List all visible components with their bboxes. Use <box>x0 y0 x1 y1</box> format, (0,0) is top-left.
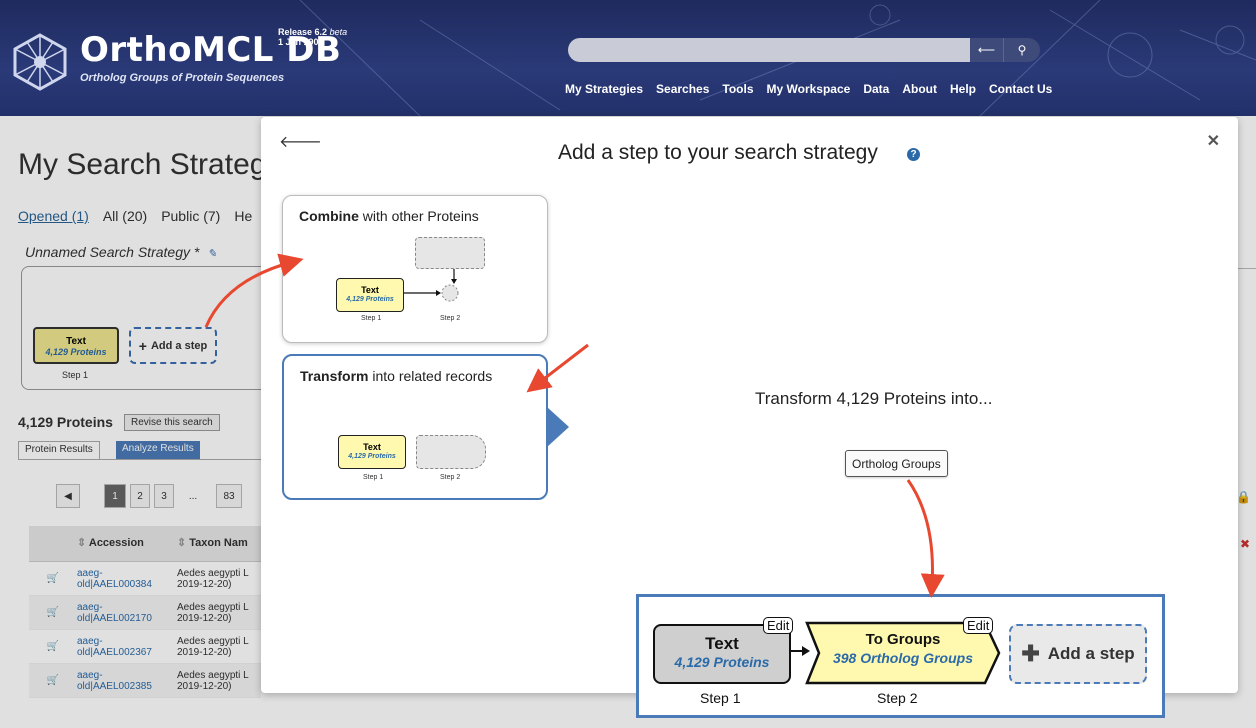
plus-icon: ✚ <box>1021 641 1040 666</box>
nav-searches[interactable]: Searches <box>656 82 709 96</box>
mini-step-1: Text 4,129 Proteins <box>336 278 404 312</box>
ortholog-groups-button[interactable]: Ortholog Groups <box>845 450 948 477</box>
nav-tools[interactable]: Tools <box>722 82 753 96</box>
close-icon[interactable]: ✕ <box>1207 131 1220 151</box>
add-step-label: Add a step <box>1047 644 1135 663</box>
result-step-2-count: 398 Ortholog Groups <box>832 650 973 666</box>
result-step-1-count: 4,129 Proteins <box>674 654 770 670</box>
nav-about[interactable]: About <box>902 82 937 96</box>
result-step-1-label: Step 1 <box>700 690 741 706</box>
transform-heading: Transform 4,129 Proteins into... <box>755 389 993 408</box>
nav-help[interactable]: Help <box>950 82 976 96</box>
transform-title: Transform into related records <box>300 368 493 384</box>
combine-option-card[interactable]: Combine with other Proteins Text 4,129 P… <box>282 195 548 343</box>
result-step-2-label: Step 2 <box>877 690 918 706</box>
transform-option-card[interactable]: Transform into related records Text 4,12… <box>282 354 548 500</box>
mini-step-1: Text 4,129 Proteins <box>338 435 406 469</box>
nav-my-strategies[interactable]: My Strategies <box>565 82 643 96</box>
search-icon: ⚲ <box>1017 43 1027 57</box>
combine-diagram-lines <box>404 269 459 302</box>
release-date: 1 Jan 1900 <box>278 37 324 47</box>
main-nav: My Strategies Searches Tools My Workspac… <box>565 82 1052 96</box>
release-version: Release 6.2 <box>278 27 328 37</box>
site-header: OrthoMCL DB Ortholog Groups of Protein S… <box>0 0 1256 116</box>
arrow-left-icon: ⟵ <box>977 43 996 57</box>
mini-step-2-label: Step 2 <box>440 315 461 322</box>
resulting-strategy-panel: Text 4,129 Proteins Edit To Groups 398 O… <box>636 594 1165 718</box>
mini-step-2-label: Step 2 <box>440 474 461 481</box>
transform-step-placeholder <box>416 435 486 469</box>
dialog-title: Add a step to your search strategy <box>558 141 878 164</box>
release-tag: beta <box>329 27 348 37</box>
add-step-button-large[interactable]: ✚ Add a step <box>1009 624 1147 684</box>
release-info: Release 6.2 beta 1 Jan 1900 <box>278 27 347 47</box>
selection-pointer <box>547 407 569 447</box>
edit-step-2-button[interactable]: Edit <box>963 617 994 634</box>
search-button[interactable]: ⚲ <box>1004 38 1040 62</box>
nav-my-workspace[interactable]: My Workspace <box>767 82 851 96</box>
mini-step-1-label: Step 1 <box>361 315 382 322</box>
result-step-1-title: Text <box>705 634 739 653</box>
mini-step-1-label: Step 1 <box>363 474 384 481</box>
nav-contact-us[interactable]: Contact Us <box>989 82 1052 96</box>
help-icon[interactable]: ? <box>907 148 920 161</box>
search-arrow-button[interactable]: ⟵ <box>970 38 1004 62</box>
back-arrow-icon[interactable]: 🡐 <box>279 131 322 152</box>
edit-step-1-button[interactable]: Edit <box>763 617 794 634</box>
orthomcl-logo-icon[interactable] <box>10 32 70 92</box>
site-search-input[interactable] <box>568 38 970 62</box>
nav-data[interactable]: Data <box>863 82 889 96</box>
site-subtitle: Ortholog Groups of Protein Sequences <box>80 72 285 84</box>
